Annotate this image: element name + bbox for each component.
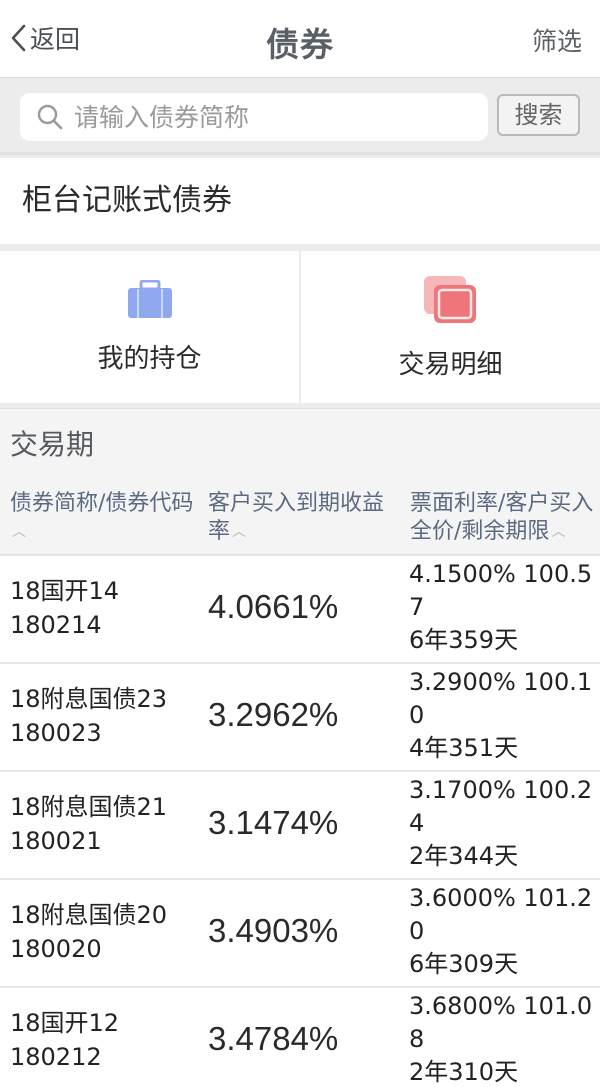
table-row[interactable]: 18国开12 180212 3.4784% 3.6800% 101.08 2年3… <box>0 988 600 1087</box>
bond-name-cell: 18附息国债23 180023 <box>10 682 205 750</box>
bond-info-cell: 3.2900% 100.10 4年351天 <box>409 666 595 765</box>
briefcase-icon <box>127 279 172 318</box>
bond-info-cell: 3.6800% 101.08 2年310天 <box>409 990 595 1087</box>
period-label: 交易期 <box>0 408 600 482</box>
bond-rate-price: 4.1500% 100.57 <box>409 560 593 621</box>
column-header-yield[interactable]: 客户买入到期收益率 ︿ <box>208 490 398 546</box>
column-header-rate[interactable]: 票面利率/客户买入全价/剩余期限 ︿ <box>410 490 596 546</box>
search-input[interactable] <box>74 102 474 132</box>
column-header-label: 票面利率/客户买入全价/剩余期限 <box>410 491 594 544</box>
bond-yield: 4.0661% <box>208 588 339 625</box>
bond-term: 6年309天 <box>409 950 519 978</box>
search-box[interactable] <box>20 93 488 141</box>
bond-term: 2年344天 <box>409 842 519 870</box>
my-holdings-tile[interactable]: 我的持仓 <box>0 251 299 403</box>
bond-name-cell: 18国开12 180212 <box>10 1006 205 1074</box>
bond-code: 180023 <box>10 719 102 747</box>
page-title: 债券 <box>266 25 334 64</box>
table-header: 债券简称/债券代码︿ 客户买入到期收益率 ︿ 票面利率/客户买入全价/剩余期限 ︿ <box>0 482 600 556</box>
filter-button[interactable]: 筛选 <box>532 22 582 58</box>
bond-name: 18国开12 <box>10 1009 120 1037</box>
top-bar: 返回 债券 筛选 <box>0 0 600 78</box>
bond-info-cell: 3.1700% 100.24 2年344天 <box>409 774 595 873</box>
search-icon <box>37 104 63 130</box>
bond-code: 180020 <box>10 935 102 963</box>
bond-name-cell: 18附息国债21 180021 <box>10 790 205 858</box>
column-header-name[interactable]: 债券简称/债券代码 ︿ <box>10 490 200 546</box>
bond-yield: 3.1474% <box>208 804 339 841</box>
sort-up-icon: ︿ <box>12 524 26 540</box>
quick-actions: 我的持仓 交易明细 <box>0 251 600 403</box>
bond-term: 4年351天 <box>409 734 519 762</box>
sort-up-icon: ︿ <box>551 524 566 540</box>
tile-label: 交易明细 <box>398 349 503 380</box>
bond-yield: 3.4784% <box>208 1020 339 1057</box>
bond-name: 18附息国债23 <box>10 685 168 713</box>
table-row[interactable]: 18附息国债20 180020 3.4903% 3.6000% 101.20 6… <box>0 880 600 988</box>
bond-term: 2年310天 <box>409 1058 519 1086</box>
bond-name: 18国开14 <box>10 577 120 605</box>
bond-code: 180212 <box>10 1043 102 1071</box>
table-row[interactable]: 18国开14 180214 4.0661% 4.1500% 100.57 6年3… <box>0 556 600 664</box>
table-row[interactable]: 18附息国债23 180023 3.2962% 3.2900% 100.10 4… <box>0 664 600 772</box>
bond-info-cell: 3.6000% 101.20 6年309天 <box>409 882 595 981</box>
sort-up-icon: ︿ <box>232 524 247 540</box>
stacked-cards-icon <box>423 275 476 323</box>
tile-label: 我的持仓 <box>97 343 202 374</box>
section-title: 柜台记账式债券 <box>0 158 600 244</box>
bond-yield: 3.2962% <box>208 696 339 733</box>
table-row[interactable]: 18附息国债21 180021 3.1474% 3.1700% 100.24 2… <box>0 772 600 880</box>
bond-term: 6年359天 <box>409 626 519 654</box>
bond-rate-price: 3.6000% 101.20 <box>409 884 593 945</box>
bond-code: 180021 <box>10 827 102 855</box>
bond-rate-price: 3.1700% 100.24 <box>409 776 593 837</box>
bond-rate-price: 3.6800% 101.08 <box>409 992 593 1053</box>
bond-rate-price: 3.2900% 100.10 <box>409 668 593 729</box>
bond-name-cell: 18国开14 180214 <box>10 574 205 642</box>
search-bar: 搜索 <box>0 79 600 155</box>
bond-code: 180214 <box>10 611 102 639</box>
transaction-details-tile[interactable]: 交易明细 <box>299 251 600 403</box>
bond-name: 18附息国债20 <box>10 901 168 929</box>
bond-list: 18国开14 180214 4.0661% 4.1500% 100.57 6年3… <box>0 556 600 1087</box>
bond-yield: 3.4903% <box>208 912 339 949</box>
bond-name: 18附息国债21 <box>10 793 168 821</box>
search-button[interactable]: 搜索 <box>497 94 580 136</box>
column-header-label: 债券简称/债券代码 <box>10 491 194 516</box>
bond-name-cell: 18附息国债20 180020 <box>10 898 205 966</box>
bond-info-cell: 4.1500% 100.57 6年359天 <box>409 558 595 657</box>
